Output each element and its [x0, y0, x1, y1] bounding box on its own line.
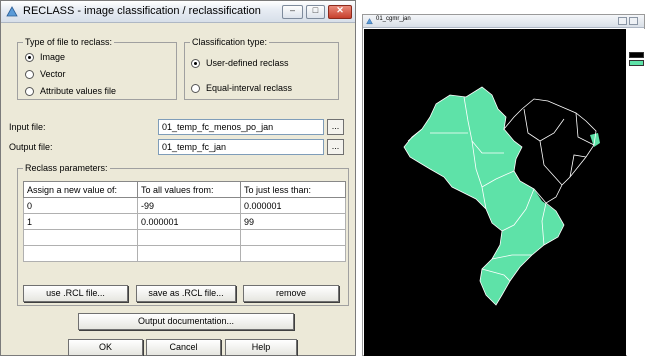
radio-label: Equal-interval reclass	[206, 83, 293, 93]
table-cell[interactable]	[23, 245, 138, 262]
radio-dot	[191, 83, 200, 93]
table-cell[interactable]: 0	[23, 197, 138, 214]
map-minimize-button[interactable]	[618, 17, 627, 25]
map-legend	[627, 29, 645, 356]
file-type-legend: Type of file to reclass:	[23, 37, 115, 48]
classification-type-legend: Classification type:	[190, 37, 270, 48]
map-window: 01_cgmr_jan	[362, 14, 645, 356]
cancel-button[interactable]: Cancel	[146, 339, 221, 356]
table-cell[interactable]	[137, 245, 241, 262]
input-file-label: Input file:	[9, 122, 46, 132]
input-file-browse-button[interactable]: ...	[327, 119, 344, 135]
reclass-table[interactable]: Assign a new value of: To all values fro…	[23, 181, 346, 262]
column-header: To just less than:	[240, 181, 346, 198]
table-cell[interactable]: 0.000001	[240, 197, 346, 214]
table-cell[interactable]	[240, 229, 346, 246]
reclass-dialog: RECLASS - image classification / reclass…	[0, 0, 356, 356]
table-cell[interactable]	[137, 229, 241, 246]
minimize-icon: –	[289, 5, 295, 15]
legend-swatch-class-1	[629, 60, 644, 66]
table-row[interactable]: 0 -99 0.000001	[23, 197, 346, 214]
radio-label: Image	[40, 52, 66, 62]
legend-swatch-class-0	[629, 52, 644, 58]
radio-dot	[191, 58, 200, 68]
column-header: To all values from:	[137, 181, 241, 198]
map-maximize-button[interactable]	[629, 17, 638, 25]
table-row[interactable]	[23, 229, 346, 246]
table-cell[interactable]: 1	[23, 213, 138, 230]
close-button[interactable]: ✕	[328, 5, 352, 19]
radio-image[interactable]: Image	[25, 51, 65, 63]
output-documentation-button[interactable]: Output documentation...	[78, 313, 294, 330]
radio-vector[interactable]: Vector	[25, 68, 66, 80]
radio-dot	[25, 52, 34, 62]
table-header-row: Assign a new value of: To all values fro…	[23, 181, 346, 198]
app-icon	[366, 18, 373, 25]
radio-user-defined[interactable]: User-defined reclass	[191, 57, 289, 69]
ok-button[interactable]: OK	[68, 339, 143, 356]
brazil-map	[403, 86, 600, 306]
help-button[interactable]: Help	[225, 339, 297, 356]
close-icon: ✕	[336, 5, 344, 15]
radio-dot	[25, 86, 34, 96]
dialog-title-bar[interactable]: RECLASS - image classification / reclass…	[1, 1, 355, 23]
table-cell[interactable]	[23, 229, 138, 246]
table-cell[interactable]: -99	[137, 197, 241, 214]
radio-dot	[25, 69, 34, 79]
radio-label: User-defined reclass	[206, 58, 289, 68]
table-cell[interactable]	[240, 245, 346, 262]
radio-equal-interval[interactable]: Equal-interval reclass	[191, 82, 292, 94]
input-file-field[interactable]: 01_temp_fc_menos_po_jan	[158, 119, 324, 135]
app-icon	[6, 6, 18, 17]
table-cell[interactable]: 99	[240, 213, 346, 230]
output-file-field[interactable]: 01_temp_fc_jan	[158, 139, 324, 155]
table-cell[interactable]: 0.000001	[137, 213, 241, 230]
minimize-button[interactable]: –	[282, 5, 303, 19]
reclass-parameters-legend: Reclass parameters:	[23, 163, 110, 174]
remove-button[interactable]: remove	[243, 285, 339, 302]
output-file-browse-button[interactable]: ...	[327, 139, 344, 155]
output-file-label: Output file:	[9, 142, 53, 152]
map-title-bar[interactable]: 01_cgmr_jan	[363, 15, 644, 28]
table-row[interactable]	[23, 245, 346, 262]
radio-attribute-values[interactable]: Attribute values file	[25, 85, 116, 97]
map-title: 01_cgmr_jan	[376, 16, 411, 22]
radio-label: Vector	[40, 69, 66, 79]
maximize-icon: □	[312, 5, 319, 15]
dialog-title: RECLASS - image classification / reclass…	[23, 5, 261, 17]
table-row[interactable]: 1 0.000001 99	[23, 213, 346, 230]
use-rcl-file-button[interactable]: use .RCL file...	[23, 285, 128, 302]
radio-label: Attribute values file	[40, 86, 117, 96]
column-header: Assign a new value of:	[23, 181, 138, 198]
save-rcl-file-button[interactable]: save as .RCL file...	[136, 285, 236, 302]
map-canvas[interactable]	[364, 29, 626, 356]
maximize-button[interactable]: □	[306, 5, 325, 19]
